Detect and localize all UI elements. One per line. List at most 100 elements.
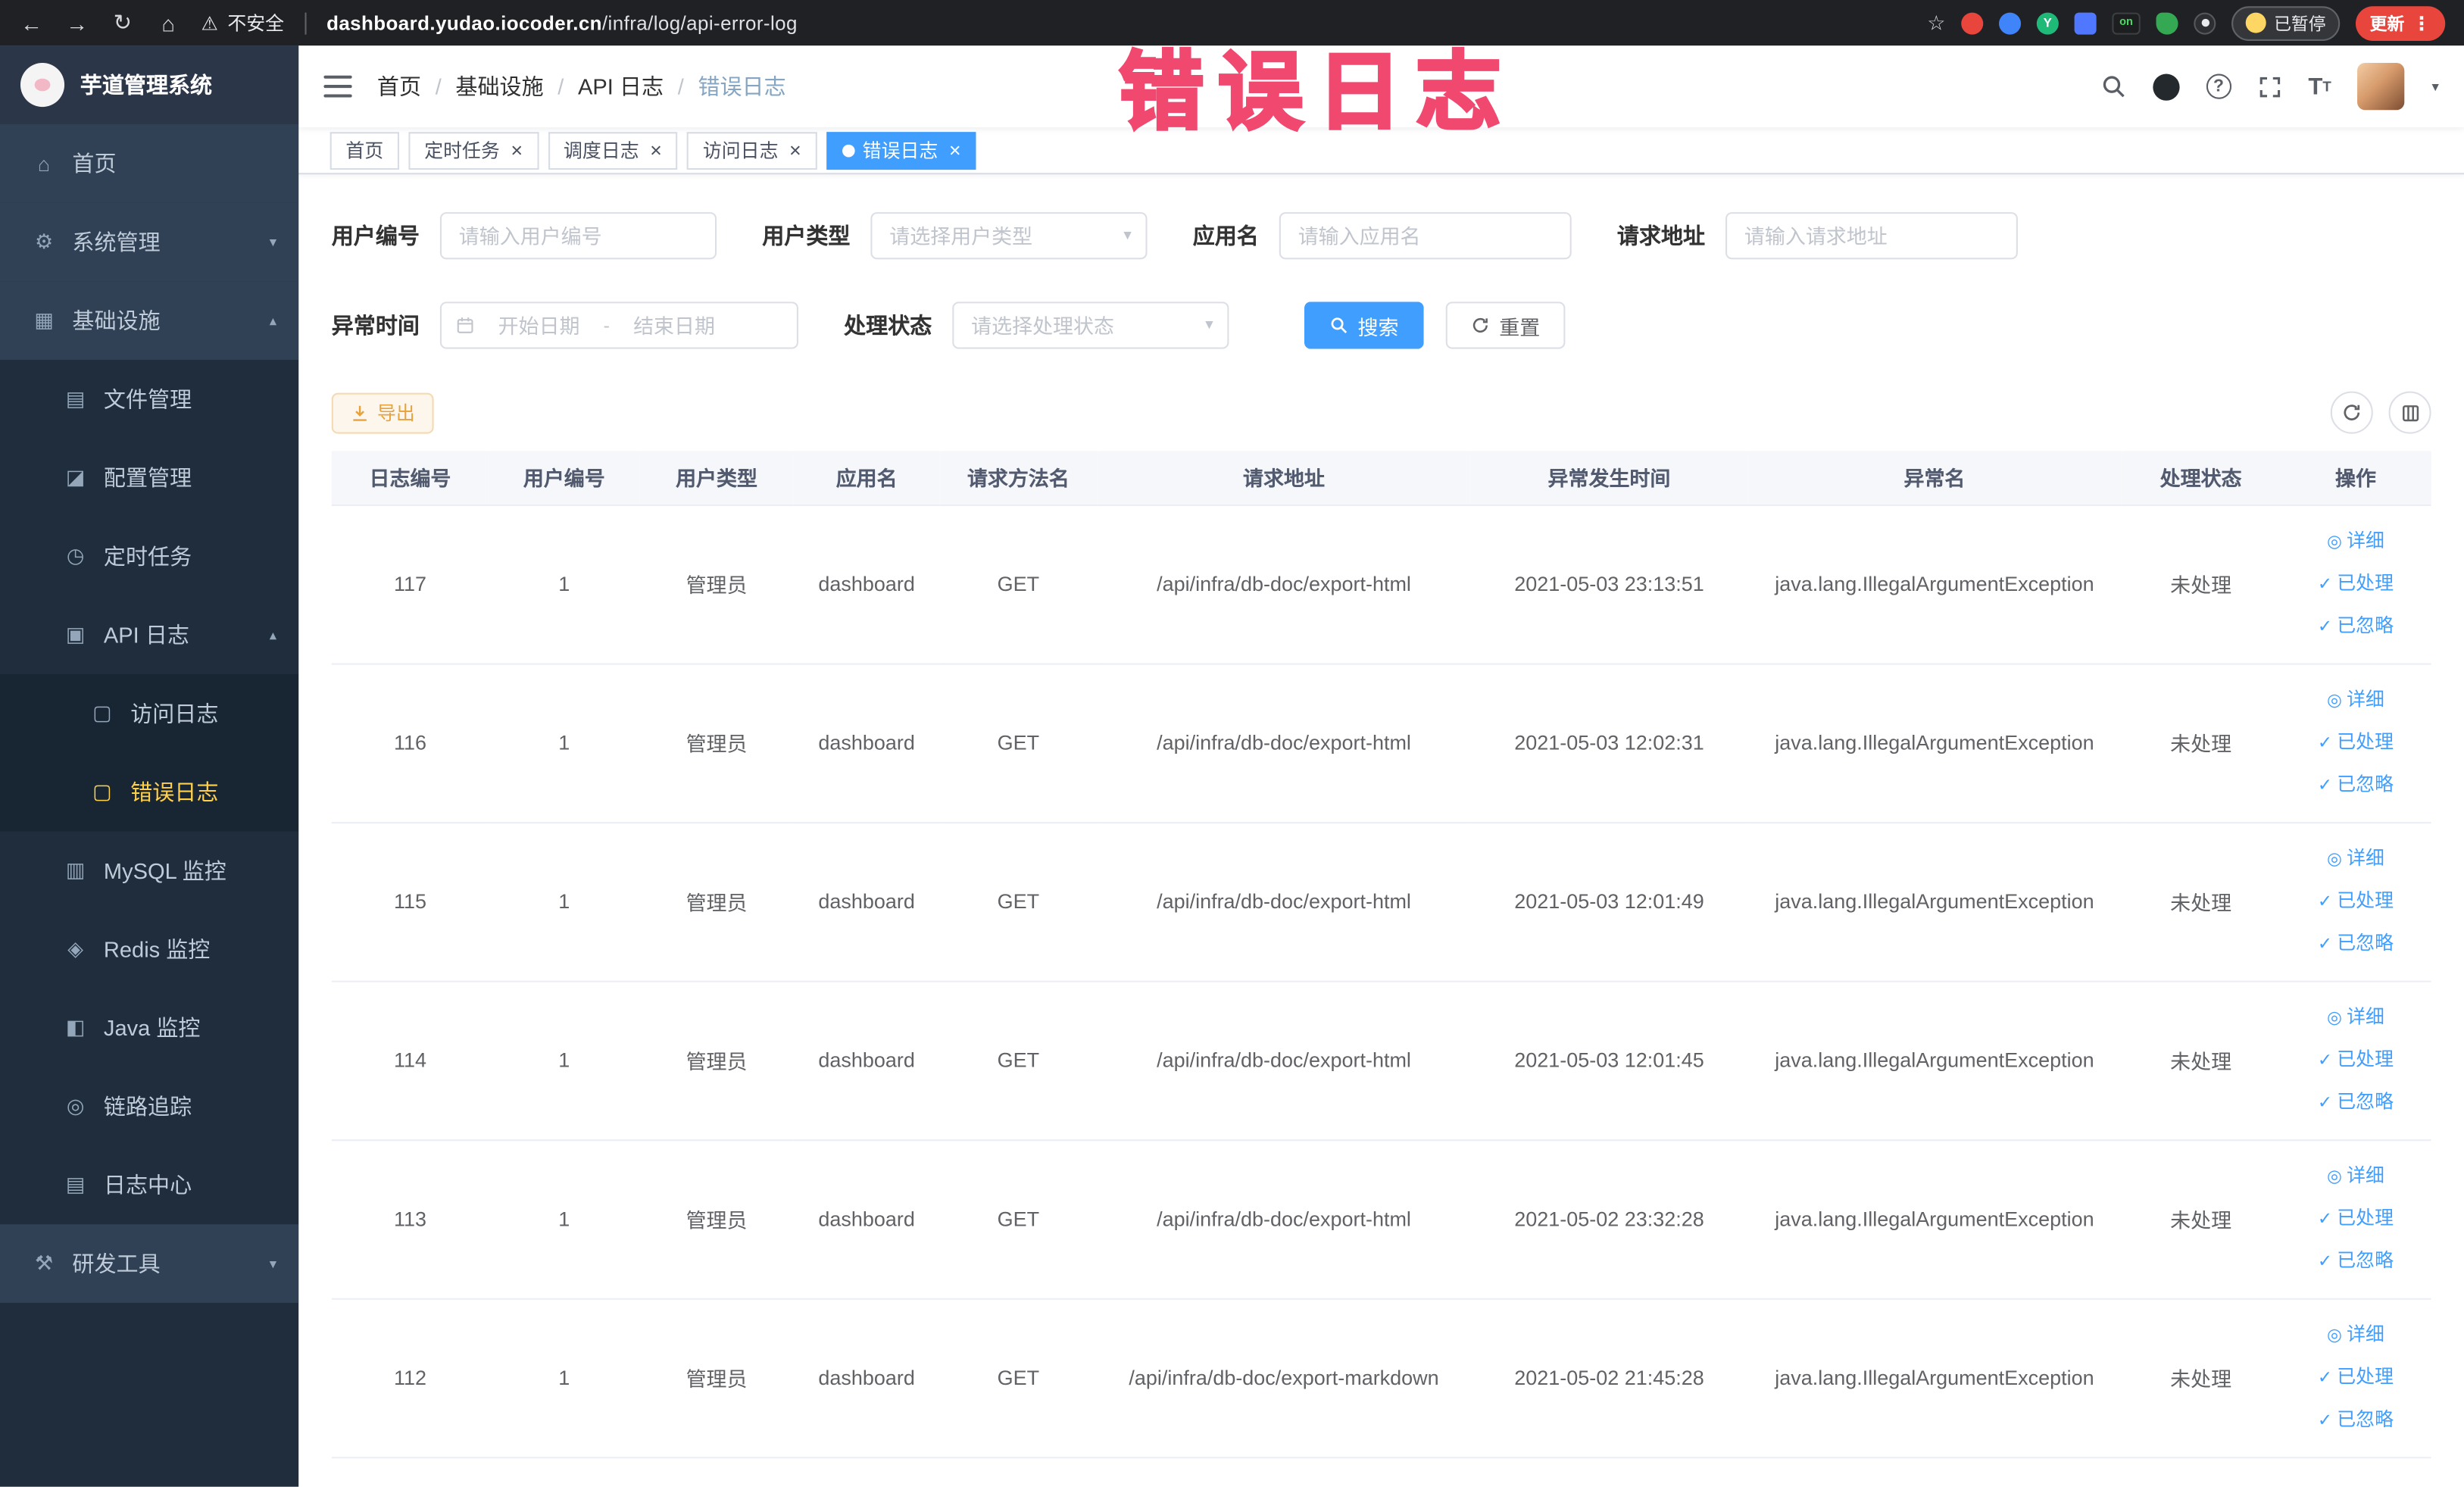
- font-size-icon[interactable]: TT: [2308, 75, 2331, 98]
- avatar[interactable]: [2358, 62, 2406, 111]
- user-type-select[interactable]: [870, 212, 1148, 260]
- detail-link[interactable]: ◎ 详细: [2280, 679, 2431, 721]
- logo[interactable]: 芋道管理系统: [0, 45, 299, 124]
- breadcrumb-item[interactable]: 首页: [377, 70, 421, 102]
- search-button[interactable]: 搜索: [1304, 301, 1424, 349]
- cell-app-name: dashboard: [793, 1139, 940, 1299]
- refresh-button[interactable]: [2330, 391, 2373, 434]
- ignored-link[interactable]: ✓ 已忽略: [2280, 1081, 2431, 1123]
- extension-red-icon[interactable]: [1961, 11, 1984, 34]
- export-button[interactable]: 导出: [331, 392, 434, 433]
- tab[interactable]: 调度日志 ×: [548, 131, 678, 170]
- tab[interactable]: 定时任务 ×: [408, 131, 539, 170]
- processed-link[interactable]: ✓ 已处理: [2280, 721, 2431, 764]
- tab-close-icon[interactable]: ×: [511, 140, 523, 161]
- back-icon[interactable]: ←: [19, 10, 44, 35]
- ignored-link[interactable]: ✓ 已忽略: [2280, 605, 2431, 648]
- check-icon: ✓: [2317, 575, 2333, 595]
- user-id-input[interactable]: [439, 212, 717, 260]
- cell-exception-time: 2021-05-03 12:01:49: [1470, 822, 1748, 982]
- extension-on-icon[interactable]: on: [2112, 11, 2141, 34]
- chevron-down-icon[interactable]: ▾: [2432, 78, 2439, 95]
- forward-icon[interactable]: →: [64, 10, 89, 35]
- fullscreen-icon[interactable]: [2258, 75, 2281, 98]
- processed-link[interactable]: ✓ 已处理: [2280, 1198, 2431, 1240]
- cell-exception-name: java.lang.IllegalArgumentException: [1747, 980, 2122, 1141]
- sidebar-item-file-mgmt[interactable]: ▤ 文件管理: [0, 360, 299, 439]
- security-indicator[interactable]: ⚠ 不安全: [201, 9, 285, 36]
- sidebar-item-tracing[interactable]: ◎ 链路追踪: [0, 1067, 299, 1146]
- ignored-link[interactable]: ✓ 已忽略: [2280, 764, 2431, 806]
- tab[interactable]: 错误日志 ×: [826, 131, 977, 170]
- table-row: 116 1 管理员 dashboard GET /api/infra/db-do…: [331, 663, 2431, 823]
- help-icon[interactable]: ?: [2206, 73, 2231, 99]
- address-bar[interactable]: dashboard.yudao.iocoder.cn/infra/log/api…: [326, 12, 798, 34]
- processed-link[interactable]: ✓ 已处理: [2280, 880, 2431, 923]
- security-label: 不安全: [227, 12, 285, 35]
- extension-blue-icon[interactable]: [1999, 11, 2022, 34]
- sidebar-menu: ⌂ 首页 ⚙ 系统管理 ▾ ▦ 基础设施 ▴ ▤ 文件管理 ◪ 配置管理 ◷ 定…: [0, 123, 299, 1303]
- log-center-icon: ▤: [65, 1172, 86, 1196]
- breadcrumb-item[interactable]: 基础设施: [455, 70, 543, 102]
- cell-actions: ◎ 详细 ✓ 已处理 ✓ 已忽略: [2280, 822, 2431, 982]
- column-settings-button[interactable]: [2388, 391, 2431, 434]
- browser-menu-icon[interactable]: ⋮: [2412, 12, 2431, 34]
- tab-close-icon[interactable]: ×: [650, 140, 662, 161]
- request-url-input[interactable]: [1725, 212, 2018, 260]
- extension-pin-icon[interactable]: [2194, 11, 2216, 34]
- sidebar-item-scheduled-tasks[interactable]: ◷ 定时任务: [0, 517, 299, 596]
- ignored-link[interactable]: ✓ 已忽略: [2280, 1240, 2431, 1282]
- tab[interactable]: 首页: [329, 131, 400, 170]
- ignored-link[interactable]: ✓ 已忽略: [2280, 923, 2431, 965]
- ignored-link[interactable]: ✓ 已忽略: [2280, 1398, 2431, 1441]
- sidebar-item-config-mgmt[interactable]: ◪ 配置管理: [0, 438, 299, 517]
- detail-link[interactable]: ◎ 详细: [2280, 1155, 2431, 1198]
- processed-link[interactable]: ✓ 已处理: [2280, 563, 2431, 605]
- end-date-input[interactable]: [614, 313, 734, 338]
- reload-icon[interactable]: ↻: [110, 9, 135, 36]
- eye-icon: ◎: [2326, 1326, 2342, 1345]
- processed-link[interactable]: ✓ 已处理: [2280, 1356, 2431, 1398]
- cell-status: 未处理: [2121, 1298, 2281, 1458]
- search-icon[interactable]: [2100, 74, 2125, 99]
- sidebar-item-error-logs[interactable]: ▢ 错误日志: [0, 752, 299, 832]
- processed-link[interactable]: ✓ 已处理: [2280, 1039, 2431, 1081]
- start-date-input[interactable]: [479, 313, 599, 338]
- sidebar-item-infra[interactable]: ▦ 基础设施 ▴: [0, 281, 299, 361]
- column-header: 请求方法名: [939, 451, 1098, 506]
- breadcrumb-item[interactable]: API 日志: [578, 70, 664, 102]
- app-name-input[interactable]: [1279, 212, 1572, 260]
- detail-link[interactable]: ◎ 详细: [2280, 520, 2431, 563]
- sidebar-item-system[interactable]: ⚙ 系统管理 ▾: [0, 202, 299, 282]
- reset-button[interactable]: 重置: [1445, 301, 1566, 349]
- github-icon[interactable]: [2152, 73, 2180, 100]
- sidebar-item-access-logs[interactable]: ▢ 访问日志: [0, 674, 299, 753]
- sidebar-item-dev-tools[interactable]: ⚒ 研发工具 ▾: [0, 1224, 299, 1303]
- update-button[interactable]: 更新 ⋮: [2355, 5, 2446, 40]
- hamburger-icon[interactable]: [323, 75, 352, 98]
- tab-close-icon[interactable]: ×: [949, 140, 961, 161]
- process-status-select[interactable]: [952, 301, 1229, 349]
- detail-link[interactable]: ◎ 详细: [2280, 1314, 2431, 1356]
- sidebar-item-home[interactable]: ⌂ 首页: [0, 123, 299, 203]
- detail-link[interactable]: ◎ 详细: [2280, 996, 2431, 1039]
- sidebar-item-api-logs[interactable]: ▣ API 日志 ▴: [0, 595, 299, 675]
- date-range-picker[interactable]: -: [439, 301, 798, 349]
- cell-log-id: 116: [331, 663, 489, 823]
- extension-green-y-icon[interactable]: Y: [2036, 11, 2059, 34]
- bookmark-star-icon[interactable]: ☆: [1927, 10, 1945, 35]
- sidebar-item-label: 访问日志: [130, 701, 219, 726]
- extension-grid-icon[interactable]: [2074, 11, 2097, 34]
- sidebar-item-mysql-monitor[interactable]: ▥ MySQL 监控: [0, 831, 299, 911]
- sidebar-item-redis-monitor[interactable]: ◈ Redis 监控: [0, 910, 299, 989]
- tab-close-icon[interactable]: ×: [789, 140, 801, 161]
- home-icon[interactable]: ⌂: [155, 10, 180, 35]
- detail-link[interactable]: ◎ 详细: [2280, 838, 2431, 880]
- tab[interactable]: 访问日志 ×: [687, 131, 817, 170]
- paused-badge[interactable]: 已暂停: [2231, 5, 2341, 40]
- sidebar-item-label: 研发工具: [72, 1251, 161, 1276]
- sidebar-item-java-monitor[interactable]: ◧ Java 监控: [0, 988, 299, 1067]
- extension-leaf-icon[interactable]: [2156, 11, 2178, 34]
- sidebar-item-log-center[interactable]: ▤ 日志中心: [0, 1145, 299, 1225]
- sidebar-item-label: 定时任务: [103, 543, 192, 570]
